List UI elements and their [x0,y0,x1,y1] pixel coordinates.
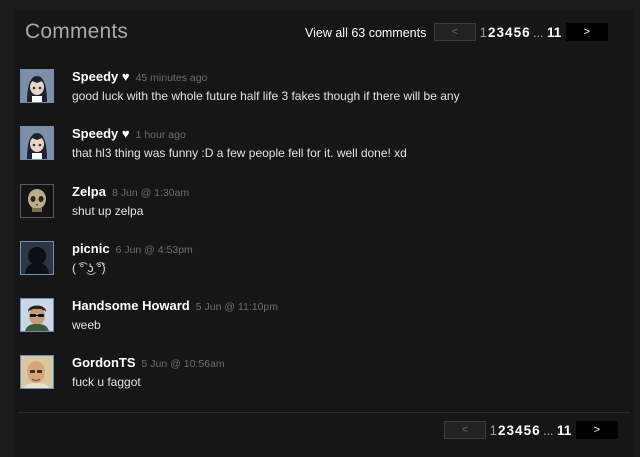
comment-text: weeb [72,318,101,332]
page-link[interactable]: 3 [507,423,515,438]
skull-avatar-icon[interactable] [20,184,54,218]
sunglasses-man-avatar-icon[interactable] [20,298,54,332]
page-link[interactable]: 4 [505,25,513,40]
comment-text: ( ͡° ͜ʖ ͡°) [72,261,106,275]
page-numbers: 1 2 3 4 5 6 ... 11 [479,25,562,40]
comment-author[interactable]: Speedy ♥ 45 minutes ago [72,69,207,84]
comment-timestamp: 5 Jun @ 11:10pm [195,301,279,313]
page-link[interactable]: 6 [532,423,540,438]
comment-item: Zelpa 8 Jun @ 1:30am shut up zelpa [20,184,620,224]
comments-header: Comments View all 63 comments < 1 2 3 4 … [25,18,625,48]
page-numbers: 1 2 3 4 5 6 ... 11 [489,423,572,438]
anime-girl-avatar-icon[interactable] [20,126,54,160]
footer-divider [18,412,630,413]
comment-author[interactable]: Handsome Howard 5 Jun @ 11:10pm [72,298,278,313]
page-current: 1 [489,422,498,438]
comment-text: shut up zelpa [72,204,144,218]
comment-text: fuck u faggot [72,375,141,389]
page-link[interactable]: 2 [488,25,496,40]
page-link-last[interactable]: 11 [547,25,561,40]
comment-text: that hl3 thing was funny :D a few people… [72,146,407,160]
pagination-top: < 1 2 3 4 5 6 ... 11 > [434,23,608,41]
comment-timestamp: 6 Jun @ 4:53pm [115,244,193,256]
next-page-button[interactable]: > [565,23,608,41]
page-link[interactable]: 2 [498,423,506,438]
comment-text: good luck with the whole future half lif… [72,89,460,103]
page-link[interactable]: 5 [514,25,522,40]
pagination-bottom: < 1 2 3 4 5 6 ... 11 > [444,421,618,439]
anime-girl-avatar-icon[interactable] [20,69,54,103]
comment-item: Speedy ♥ 1 hour ago that hl3 thing was fu… [20,126,620,166]
comment-item: Handsome Howard 5 Jun @ 11:10pm weeb [20,298,620,338]
next-page-button[interactable]: > [575,421,618,439]
comment-author[interactable]: Speedy ♥ 1 hour ago [72,126,186,141]
view-all-comments-link[interactable]: View all 63 comments [305,26,426,40]
comment-author[interactable]: picnic 6 Jun @ 4:53pm [72,241,193,256]
page-current: 1 [479,24,488,40]
prev-page-button[interactable]: < [434,23,476,41]
comment-timestamp: 45 minutes ago [135,72,208,84]
page-link[interactable]: 3 [497,25,505,40]
comment-timestamp: 5 Jun @ 10:56am [141,358,225,370]
bald-man-avatar-icon[interactable] [20,355,54,389]
page-link-last[interactable]: 11 [557,423,571,438]
prev-page-button[interactable]: < [444,421,486,439]
comment-item: GordonTS 5 Jun @ 10:56am fuck u faggot [20,355,620,395]
page-link[interactable]: 5 [524,423,532,438]
page-link[interactable]: 4 [515,423,523,438]
page-ellipsis: ... [533,25,544,40]
comment-timestamp: 8 Jun @ 1:30am [111,187,190,199]
comments-title: Comments [25,20,129,43]
comment-author[interactable]: Zelpa 8 Jun @ 1:30am [72,184,189,199]
comment-item: picnic 6 Jun @ 4:53pm ( ͡° ͜ʖ ͡°) [20,241,620,281]
comment-timestamp: 1 hour ago [135,129,186,141]
comment-item: Speedy ♥ 45 minutes ago good luck with th… [20,69,620,109]
comment-author[interactable]: GordonTS 5 Jun @ 10:56am [72,355,225,370]
dark-silhouette-avatar-icon[interactable] [20,241,54,275]
page-ellipsis: ... [543,423,554,438]
page-link[interactable]: 6 [522,25,530,40]
